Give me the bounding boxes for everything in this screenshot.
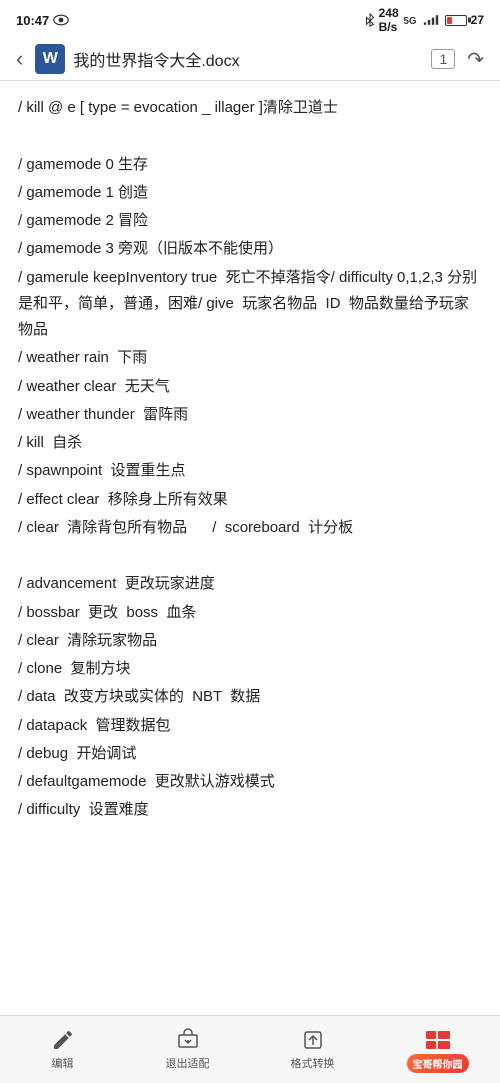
nav-exit-label: 退出适配 [166,1055,210,1071]
nav-edit-label: 编辑 [52,1055,74,1071]
line-17: / data 改变方块或实体的 NBT 数据 [18,684,482,710]
line-14: / bossbar 更改 boss 血条 [18,600,482,626]
nav-baoge-label: 宝哥帮你园 [407,1054,469,1073]
line-3: / gamemode 2 冒险 [18,208,482,234]
word-icon: W [35,44,65,74]
line-1: / gamemode 0 生存 [18,152,482,178]
line-20: / defaultgamemode 更改默认游戏模式 [18,769,482,795]
wifi-icon: 5G [403,14,419,26]
battery-level: 27 [471,13,484,27]
line-19: / debug 开始调试 [18,741,482,767]
page-badge: 1 [431,49,455,69]
bottom-navigation: 编辑 退出适配 格式转换 宝哥帮你园 [0,1015,500,1083]
svg-text:5G: 5G [403,16,416,26]
line-blank-1 [18,123,482,149]
nav-format[interactable]: 格式转换 [250,1028,375,1071]
nav-edit[interactable]: 编辑 [0,1028,125,1071]
line-7: / weather clear 无天气 [18,374,482,400]
back-button[interactable]: ‹ [12,46,27,72]
time-display: 10:47 [16,13,49,28]
line-9: / kill 自杀 [18,430,482,456]
status-time: 10:47 [16,13,69,28]
edit-icon [51,1028,75,1052]
toolbar: ‹ W 我的世界指令大全.docx 1 ↷ [0,38,500,81]
status-bar: 10:47 248B/s 5G 27 [0,0,500,38]
line-21: / difficulty 设置难度 [18,797,482,823]
battery-icon [445,15,467,26]
document-content: / kill @ e [ type = evocation _ illager … [0,81,500,906]
line-15: / clear 清除玩家物品 [18,628,482,654]
line-5: / gamerule keepInventory true 死亡不掉落指令/ d… [18,265,482,344]
exit-adapt-icon [176,1028,200,1052]
line-0: / kill @ e [ type = evocation _ illager … [18,95,482,121]
format-icon [301,1028,325,1052]
line-16: / clone 复制方块 [18,656,482,682]
bluetooth-icon [365,13,375,27]
eye-icon [53,14,69,26]
line-4: / gamemode 3 旁观（旧版本不能使用） [18,236,482,262]
line-8: / weather thunder 雷阵雨 [18,402,482,428]
line-6: / weather rain 下雨 [18,345,482,371]
signal-icon [423,14,439,26]
nav-baoge[interactable]: 宝哥帮你园 [375,1027,500,1073]
line-blank-2 [18,543,482,569]
line-11: / effect clear 移除身上所有效果 [18,487,482,513]
line-18: / datapack 管理数据包 [18,713,482,739]
share-button[interactable]: ↷ [463,47,488,72]
line-2: / gamemode 1 创造 [18,180,482,206]
document-title: 我的世界指令大全.docx [73,47,423,71]
data-speed: 248B/s [379,6,399,34]
line-10: / spawnpoint 设置重生点 [18,458,482,484]
status-indicators: 248B/s 5G 27 [365,6,484,34]
baoge-icon [424,1027,452,1051]
line-13: / advancement 更改玩家进度 [18,571,482,597]
nav-exit-adapt[interactable]: 退出适配 [125,1028,250,1071]
nav-format-label: 格式转换 [291,1055,335,1071]
line-12: / clear 清除背包所有物品 / scoreboard 计分板 [18,515,482,541]
